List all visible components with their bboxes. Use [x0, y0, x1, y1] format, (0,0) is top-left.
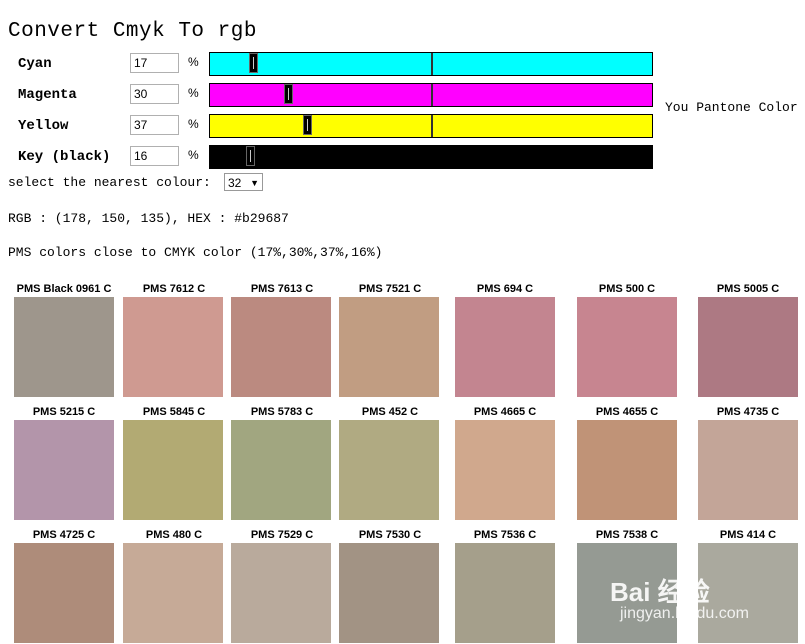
slider-label: Magenta: [18, 87, 77, 103]
color-swatch: [123, 420, 223, 520]
swatch-label: PMS 7536 C: [473, 529, 537, 541]
swatch-label: PMS 4735 C: [716, 406, 780, 418]
slider-midpoint: [431, 53, 433, 75]
color-swatch: [577, 297, 677, 397]
percent-input[interactable]: 37: [130, 115, 179, 135]
swatch-label: PMS 480 C: [145, 529, 203, 541]
slider-handle[interactable]: [246, 146, 255, 166]
swatch-label: PMS 452 C: [361, 406, 419, 418]
color-swatch: [455, 297, 555, 397]
swatch-label: PMS 7612 C: [142, 283, 206, 295]
slider-label: Cyan: [18, 56, 52, 72]
percent-sign: %: [188, 117, 199, 131]
color-swatch: [231, 543, 331, 643]
slider-handle[interactable]: [284, 84, 293, 104]
color-swatch: [455, 420, 555, 520]
color-swatch: [14, 543, 114, 643]
color-swatch: [123, 297, 223, 397]
slider-handle[interactable]: [249, 53, 258, 73]
swatch-label: PMS 7613 C: [250, 283, 314, 295]
swatch-label: PMS 5845 C: [142, 406, 206, 418]
slider-midpoint: [431, 84, 433, 106]
pms-heading: PMS colors close to CMYK color (17%,30%,…: [8, 245, 383, 260]
chevron-down-icon: ▼: [250, 178, 259, 188]
percent-sign: %: [188, 55, 199, 69]
swatch-label: PMS 7529 C: [250, 529, 314, 541]
swatch-label: PMS 414 C: [719, 529, 777, 541]
baidu-watermark: Bai 经验: [610, 577, 710, 607]
slider-label: Key (black): [18, 149, 111, 165]
swatch-label: PMS 4665 C: [473, 406, 537, 418]
color-swatch: [577, 420, 677, 520]
percent-input[interactable]: 30: [130, 84, 179, 104]
percent-sign: %: [188, 148, 199, 162]
slider-track[interactable]: [209, 83, 653, 107]
swatch-label: PMS 5215 C: [32, 406, 96, 418]
color-swatch: [123, 543, 223, 643]
percent-sign: %: [188, 86, 199, 100]
swatch-label: PMS 7521 C: [358, 283, 422, 295]
nearest-colour-label: select the nearest colour:: [8, 175, 211, 190]
color-swatch: [231, 420, 331, 520]
percent-input[interactable]: 17: [130, 53, 179, 73]
slider-label: Yellow: [18, 118, 69, 134]
slider-track[interactable]: [209, 145, 653, 169]
slider-track[interactable]: [209, 52, 653, 76]
swatch-label: PMS Black 0961 C: [16, 283, 112, 295]
swatch-label: PMS 500 C: [598, 283, 656, 295]
rgb-hex-result: RGB : (178, 150, 135), HEX : #b29687: [8, 211, 289, 226]
color-swatch: [698, 420, 798, 520]
baidu-watermark-url: jingyan.baidu.com: [620, 605, 749, 622]
slider-handle[interactable]: [303, 115, 312, 135]
swatch-label: PMS 5005 C: [716, 283, 780, 295]
color-swatch: [339, 297, 439, 397]
swatch-label: PMS 5783 C: [250, 406, 314, 418]
color-swatch: [339, 420, 439, 520]
swatch-label: PMS 694 C: [476, 283, 534, 295]
swatch-label: PMS 4725 C: [32, 529, 96, 541]
slider-midpoint: [431, 115, 433, 137]
nearest-colour-select[interactable]: 32 ▼: [224, 173, 263, 191]
color-swatch: [698, 543, 798, 643]
color-swatch: [698, 297, 798, 397]
pantone-label: You Pantone Color: [665, 100, 798, 115]
slider-track[interactable]: [209, 114, 653, 138]
color-swatch: [14, 297, 114, 397]
swatch-label: PMS 7530 C: [358, 529, 422, 541]
swatch-label: PMS 7538 C: [595, 529, 659, 541]
color-swatch: [231, 297, 331, 397]
swatch-label: PMS 4655 C: [595, 406, 659, 418]
color-swatch: [339, 543, 439, 643]
color-swatch: [14, 420, 114, 520]
color-swatch: [455, 543, 555, 643]
nearest-colour-value: 32: [228, 176, 242, 190]
page-title: Convert Cmyk To rgb: [8, 20, 257, 43]
percent-input[interactable]: 16: [130, 146, 179, 166]
